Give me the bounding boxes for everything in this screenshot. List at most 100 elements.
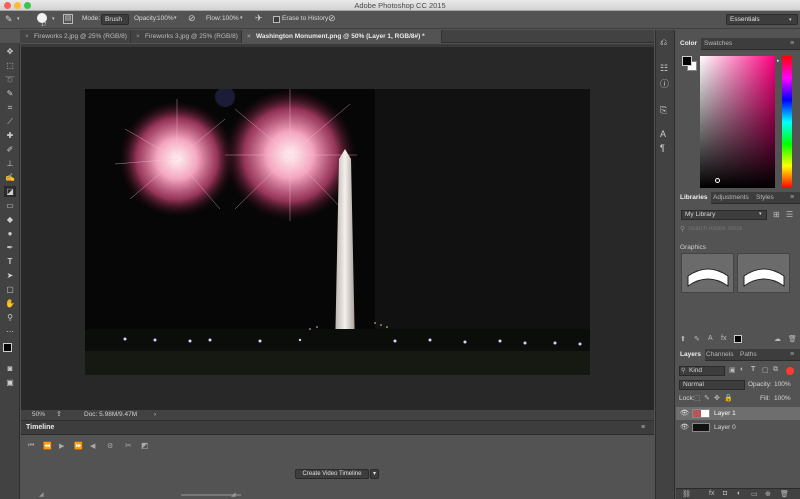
search-input[interactable] <box>688 224 792 234</box>
color-swatch-icon[interactable] <box>734 335 742 343</box>
add-mask-icon[interactable]: ◘ <box>723 490 727 497</box>
transition-icon[interactable]: ◩ <box>141 441 149 450</box>
color-field[interactable] <box>700 56 775 188</box>
layer-opacity-value[interactable]: 100% <box>774 381 791 388</box>
layer-row-layer-1[interactable]: 👁 Layer 1 <box>676 407 800 420</box>
pressure-size-icon[interactable]: ⊘ <box>328 14 336 23</box>
add-style-icon[interactable]: fx <box>709 490 714 497</box>
filter-smart-object-icon[interactable]: ⧉ <box>773 366 778 374</box>
link-layers-icon[interactable]: ⛓ <box>682 490 691 498</box>
tab-channels[interactable]: Channels <box>702 349 737 361</box>
opacity-value[interactable]: 100% <box>157 15 174 22</box>
eyedropper-tool-icon[interactable]: ⟋ <box>4 116 16 127</box>
cloud-icon[interactable]: ☁ <box>774 335 781 343</box>
properties-icon[interactable]: ☷ <box>660 64 668 73</box>
history-icon[interactable]: ⎌ <box>660 38 667 47</box>
tab-fireworks-3[interactable]: × Fireworks 3.jpg @ 25% (RGB/8) <box>131 30 242 43</box>
chevron-down-icon[interactable]: ▾ <box>759 211 762 217</box>
zoom-in-icon[interactable]: ◢ <box>231 491 236 498</box>
chevron-down-icon[interactable]: ▾ <box>789 18 792 23</box>
library-select[interactable]: My Library <box>681 210 767 220</box>
create-video-timeline-button[interactable]: Create Video Timeline <box>295 469 369 479</box>
menu-icon[interactable]: ≡ <box>641 424 645 431</box>
timeline-type-dropdown[interactable]: ▾ <box>370 469 379 479</box>
brush-tool-icon[interactable]: ✐ <box>4 144 16 155</box>
more-tools-icon[interactable]: ⋯ <box>4 326 16 337</box>
layer-style-icon[interactable]: fx <box>721 335 726 342</box>
hue-slider[interactable] <box>782 56 792 188</box>
marquee-tool-icon[interactable]: ⬚ <box>4 60 16 71</box>
foreground-color-swatch[interactable] <box>3 343 12 352</box>
filter-adjustment-icon[interactable]: ◐ <box>740 366 744 373</box>
mode-select[interactable]: Brush <box>101 14 129 25</box>
new-layer-icon[interactable]: ⊕ <box>765 490 771 498</box>
filter-type-icon[interactable]: T <box>751 366 755 373</box>
tab-fireworks-2[interactable]: × Fireworks 2.jpg @ 25% (RGB/8) <box>20 30 131 43</box>
menu-icon[interactable]: ≡ <box>790 194 794 201</box>
erase-history-checkbox[interactable] <box>273 16 280 23</box>
play-icon[interactable]: ▶ <box>59 442 64 450</box>
pressure-opacity-icon[interactable]: ⊘ <box>188 14 196 23</box>
brush-icon[interactable]: ✎ <box>694 335 700 343</box>
fill-value[interactable]: 100% <box>774 395 791 402</box>
airbrush-icon[interactable]: ✈ <box>255 14 263 23</box>
layer-name[interactable]: Layer 0 <box>714 421 736 434</box>
filter-toggle-icon[interactable] <box>786 367 794 375</box>
add-content-icon[interactable]: ⬆ <box>680 335 686 343</box>
convert-icon[interactable]: ◢ <box>39 491 44 498</box>
zoom-tool-icon[interactable]: ⚲ <box>4 312 16 323</box>
close-icon[interactable]: × <box>25 30 29 43</box>
delete-layer-icon[interactable]: 🗑 <box>780 490 789 498</box>
next-frame-icon[interactable]: ⏩ <box>74 442 83 450</box>
chevron-down-icon[interactable]: ▾ <box>240 16 243 21</box>
clone-stamp-tool-icon[interactable]: ⊥ <box>4 158 16 169</box>
lock-transparent-icon[interactable]: ⬚ <box>694 394 701 402</box>
tab-layers[interactable]: Layers <box>676 349 705 361</box>
first-frame-icon[interactable]: ⏮ <box>28 442 34 450</box>
dodge-tool-icon[interactable]: ● <box>4 228 16 239</box>
chevron-right-icon[interactable]: › <box>154 411 156 418</box>
timeline-title[interactable]: Timeline <box>26 424 54 431</box>
brush-panel-icon[interactable]: ▤ <box>63 14 73 24</box>
quick-mask-icon[interactable]: ◙ <box>4 363 16 374</box>
info-icon[interactable]: ⓘ <box>660 80 669 89</box>
library-graphic-item[interactable] <box>681 253 734 293</box>
settings-icon[interactable]: ⚙ <box>107 442 113 450</box>
list-view-icon[interactable]: ☰ <box>786 210 793 219</box>
hand-tool-icon[interactable]: ✋ <box>4 298 16 309</box>
foreground-color-swatch[interactable] <box>682 56 692 66</box>
zoom-level[interactable]: 50% <box>32 411 45 418</box>
lasso-tool-icon[interactable]: ➰ <box>4 74 16 85</box>
blend-mode-select[interactable]: Normal <box>679 380 745 390</box>
layer-row-layer-0[interactable]: 👁 Layer 0 <box>676 421 800 434</box>
chevron-down-icon[interactable]: ▾ <box>52 17 55 22</box>
crop-tool-icon[interactable]: ⌗ <box>4 102 16 113</box>
eraser-tool-preset-icon[interactable]: ✎ <box>5 15 13 24</box>
character-icon[interactable]: A <box>660 130 666 139</box>
lock-position-icon[interactable]: ✥ <box>714 394 720 402</box>
visibility-eye-icon[interactable]: 👁 <box>680 407 689 420</box>
history-brush-tool-icon[interactable]: ✍ <box>4 172 16 183</box>
tab-libraries[interactable]: Libraries <box>676 192 712 204</box>
gradient-tool-icon[interactable]: ▭ <box>4 200 16 211</box>
tab-swatches[interactable]: Swatches <box>700 38 736 50</box>
blur-tool-icon[interactable]: ◆ <box>4 214 16 225</box>
menu-icon[interactable]: ≡ <box>790 40 794 47</box>
tab-color[interactable]: Color <box>676 38 701 50</box>
new-group-icon[interactable]: ▭ <box>751 490 758 498</box>
tab-washington-monument[interactable]: × Washington Monument.png @ 50% (Layer 1… <box>242 30 442 43</box>
close-icon[interactable]: × <box>247 30 251 43</box>
filter-shape-icon[interactable]: ▢ <box>762 366 769 374</box>
screen-mode-icon[interactable]: ▣ <box>4 377 16 388</box>
filter-pixel-icon[interactable]: ▣ <box>729 366 736 374</box>
type-tool-icon[interactable]: T <box>4 256 16 267</box>
split-scissors-icon[interactable]: ✂ <box>125 441 132 450</box>
eraser-tool-icon[interactable]: ◪ <box>4 186 16 197</box>
chevron-down-icon[interactable]: ▾ <box>174 16 177 21</box>
paragraph-icon[interactable]: ¶ <box>660 144 665 153</box>
previous-frame-icon[interactable]: ⏪ <box>43 442 52 450</box>
audio-icon[interactable]: ◀ <box>90 442 95 450</box>
new-adjustment-icon[interactable]: ◐ <box>737 490 741 497</box>
grid-view-icon[interactable]: ⊞ <box>773 210 780 219</box>
layer-name[interactable]: Layer 1 <box>714 407 736 420</box>
